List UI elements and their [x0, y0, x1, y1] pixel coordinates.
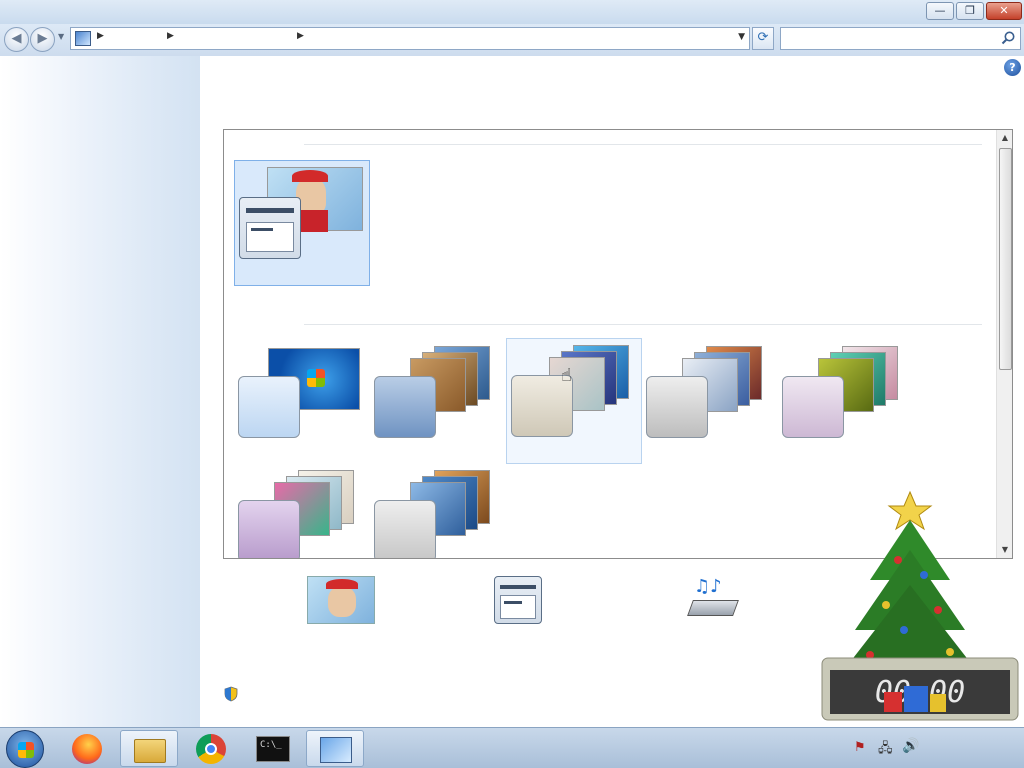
taskbar-explorer[interactable] [120, 730, 178, 767]
group-divider [304, 324, 982, 325]
window-color-swatch-icon [646, 376, 708, 438]
breadcrumb[interactable]: ▶ ▶ ▶ ▼ [70, 27, 750, 50]
sounds-icon: ♫♪ [687, 576, 740, 624]
taskbar-firefox[interactable] [58, 730, 116, 767]
taskbar-cmd[interactable]: C:\_ [244, 730, 302, 767]
control-panel-icon [75, 31, 91, 46]
title-bar: — ❐ ✕ [0, 0, 1024, 24]
taskbar-chrome[interactable] [182, 730, 240, 767]
search-icon[interactable] [1000, 30, 1016, 46]
window-color-swatch-icon [374, 500, 436, 558]
refresh-button[interactable]: ⟳ [752, 27, 774, 50]
santa-shirt-icon [298, 210, 328, 232]
window-color-swatch-icon [782, 376, 844, 438]
theme-nature[interactable] [778, 340, 914, 466]
back-button[interactable]: ◀ [4, 27, 29, 52]
start-button[interactable] [6, 730, 44, 768]
network-icon[interactable]: 🖧 [878, 739, 893, 761]
left-navigation-pane [0, 56, 200, 727]
christmas-tree-gadget[interactable]: 00:00 [800, 480, 1024, 725]
forward-button[interactable]: ▶ [30, 27, 55, 52]
breadcrumb-separator-icon[interactable]: ▶ [297, 31, 304, 41]
theme-characters[interactable]: ☝ [506, 338, 642, 464]
desktop-background-setting[interactable] [261, 576, 421, 630]
address-dropdown-icon[interactable]: ▼ [738, 32, 745, 42]
window-color-swatch-icon [374, 376, 436, 438]
hand-cursor-icon: ☝ [561, 365, 572, 386]
volume-icon[interactable]: 🔊 [902, 738, 919, 754]
search-input[interactable] [781, 28, 996, 49]
search-box [780, 27, 1021, 50]
folder-icon [134, 739, 166, 763]
taskbar: C:\_ ⚑ 🖧 🔊 [0, 727, 1024, 768]
close-button[interactable]: ✕ [986, 2, 1022, 20]
theme-scenes[interactable] [234, 464, 370, 558]
address-bar: ◀ ▶ ▼ ▶ ▶ ▶ ▼ ⟳ [0, 24, 1024, 56]
action-center-flag-icon[interactable]: ⚑ [854, 740, 866, 755]
recent-pages-chevron-icon[interactable]: ▼ [58, 32, 64, 41]
window-color-swatch-icon [238, 500, 300, 558]
breadcrumb-separator-icon[interactable]: ▶ [167, 31, 174, 41]
windows-logo-icon [307, 369, 325, 387]
breadcrumb-separator-icon[interactable]: ▶ [97, 31, 104, 41]
scroll-up-arrow-icon[interactable]: ▲ [997, 130, 1012, 146]
sounds-setting[interactable]: ♫♪ [634, 576, 794, 630]
help-icon[interactable]: ? [1004, 59, 1021, 76]
group-divider [304, 144, 982, 145]
window-color-swatch-icon [239, 197, 301, 259]
maximize-button[interactable]: ❐ [956, 2, 984, 20]
christmas-tree-icon: 00:00 [821, 490, 1019, 721]
minimize-button[interactable]: — [926, 2, 954, 20]
taskbar-control-panel[interactable] [306, 730, 364, 767]
shield-icon [224, 686, 238, 702]
desktop-background-thumbnail [307, 576, 375, 624]
santa-hat-icon [292, 170, 328, 182]
santa-hat-icon [326, 579, 358, 589]
theme-windows-7[interactable] [234, 340, 370, 466]
firefox-icon [72, 734, 102, 764]
window-color-swatch-icon [238, 376, 300, 438]
window-color-icon [494, 576, 542, 624]
control-panel-icon [320, 737, 352, 763]
scroll-thumb[interactable] [999, 148, 1012, 370]
chrome-icon [196, 734, 226, 764]
theme-united-states[interactable] [370, 464, 506, 558]
window-color-setting[interactable] [438, 576, 598, 630]
theme-architecture[interactable] [370, 340, 506, 466]
command-prompt-icon: C:\_ [256, 736, 290, 762]
theme-unsaved[interactable] [234, 160, 370, 286]
santa-face-icon [328, 587, 356, 617]
windows-logo-icon [18, 742, 34, 758]
theme-landscapes[interactable] [642, 340, 778, 466]
